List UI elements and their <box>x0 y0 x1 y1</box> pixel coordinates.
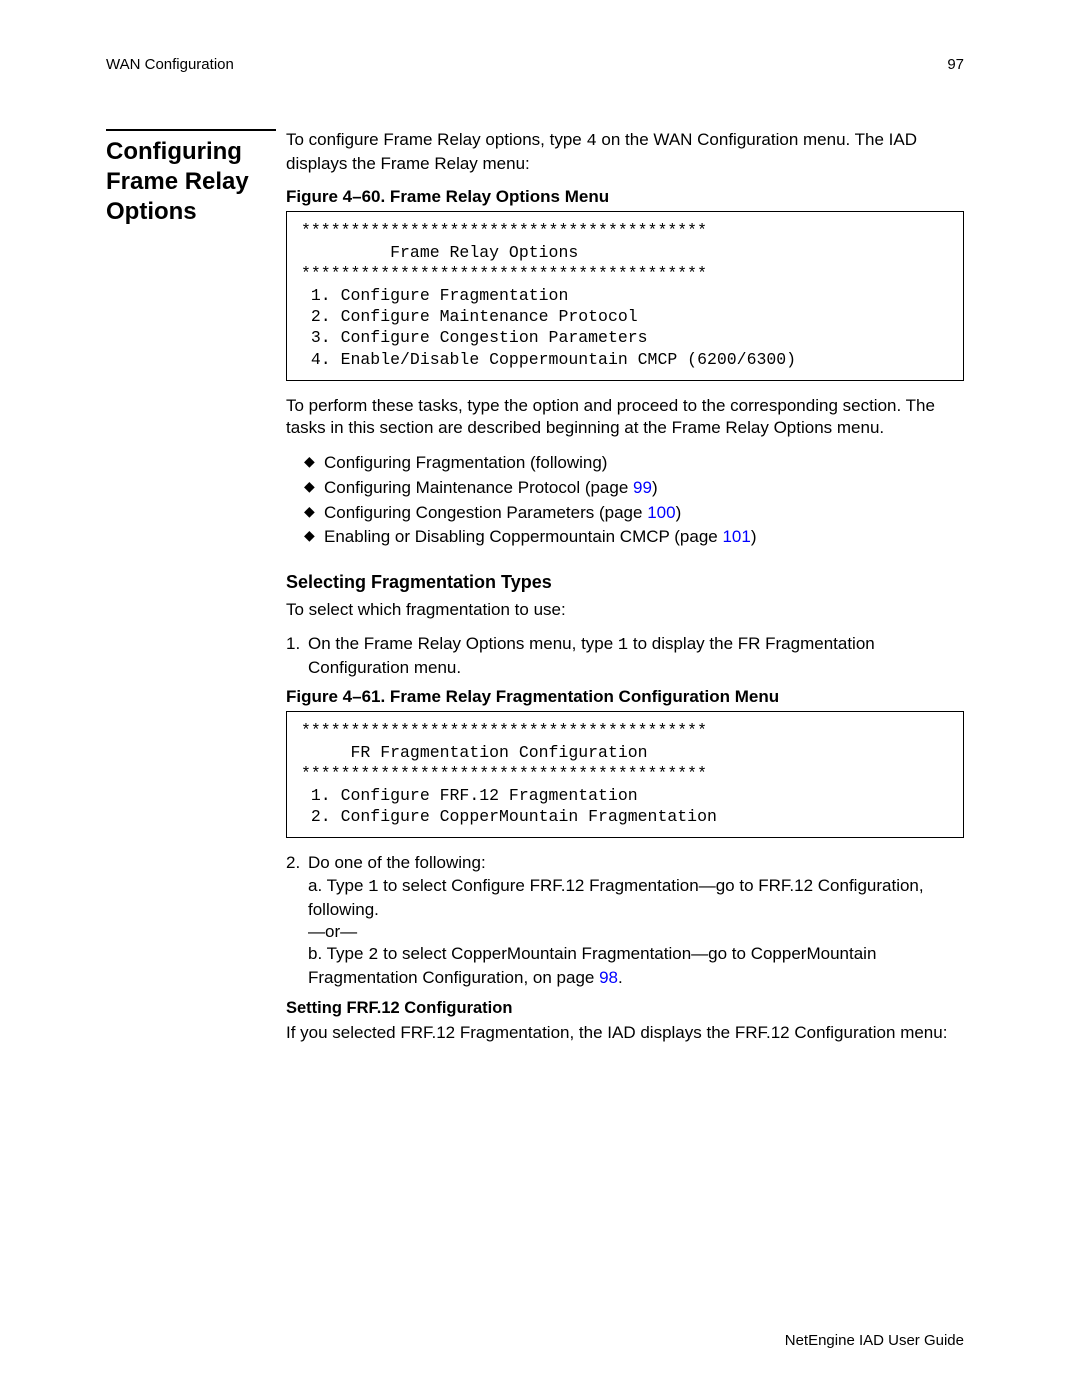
page-header: WAN Configuration 97 <box>106 56 964 73</box>
after-fig60-paragraph: To perform these tasks, type the option … <box>286 395 964 439</box>
key-1: 1 <box>618 636 628 655</box>
subheading-frf12: Setting FRF.12 Configuration <box>286 999 964 1018</box>
step-2b: b. Type 2 to select CopperMountain Fragm… <box>308 943 964 989</box>
frf12-paragraph: If you selected FRF.12 Fragmentation, th… <box>286 1022 964 1044</box>
intro-paragraph: To configure Frame Relay options, type 4… <box>286 129 964 175</box>
bullet-cmcp: Enabling or Disabling Coppermountain CMC… <box>304 525 964 550</box>
key-4: 4 <box>586 132 596 151</box>
link-page-101[interactable]: 101 <box>722 527 750 546</box>
step-2a: a. Type 1 to select Configure FRF.12 Fra… <box>308 875 964 921</box>
frag-intro: To select which fragmentation to use: <box>286 599 964 621</box>
subheading-fragmentation-types: Selecting Fragmentation Types <box>286 572 964 593</box>
step-2-lead: Do one of the following: <box>308 852 964 874</box>
section-heading: Configuring Frame Relay Options <box>106 129 276 227</box>
key-2-b: 2 <box>368 946 378 965</box>
bullet-congestion: Configuring Congestion Parameters (page … <box>304 501 964 526</box>
page-footer: NetEngine IAD User Guide <box>785 1332 964 1349</box>
key-1-a: 1 <box>368 878 378 897</box>
figure-4-60-code: ****************************************… <box>286 211 964 381</box>
bullet-fragmentation: Configuring Fragmentation (following) <box>304 451 964 476</box>
body-column: To configure Frame Relay options, type 4… <box>286 129 964 1056</box>
header-left: WAN Configuration <box>106 56 234 73</box>
figure-4-61-code: ****************************************… <box>286 711 964 838</box>
step-2-or: —or— <box>308 921 964 943</box>
link-page-100[interactable]: 100 <box>647 503 675 522</box>
header-page-number: 97 <box>947 56 964 73</box>
link-page-98[interactable]: 98 <box>599 968 618 987</box>
figure-4-60-caption: Figure 4–60. Frame Relay Options Menu <box>286 187 964 207</box>
link-page-99[interactable]: 99 <box>633 478 652 497</box>
bullet-maintenance: Configuring Maintenance Protocol (page 9… <box>304 476 964 501</box>
figure-4-61-caption: Figure 4–61. Frame Relay Fragmentation C… <box>286 687 964 707</box>
task-bullet-list: Configuring Fragmentation (following) Co… <box>304 451 964 550</box>
step-1: 1. On the Frame Relay Options menu, type… <box>286 633 964 679</box>
step-2: 2. Do one of the following: a. Type 1 to… <box>286 852 964 989</box>
